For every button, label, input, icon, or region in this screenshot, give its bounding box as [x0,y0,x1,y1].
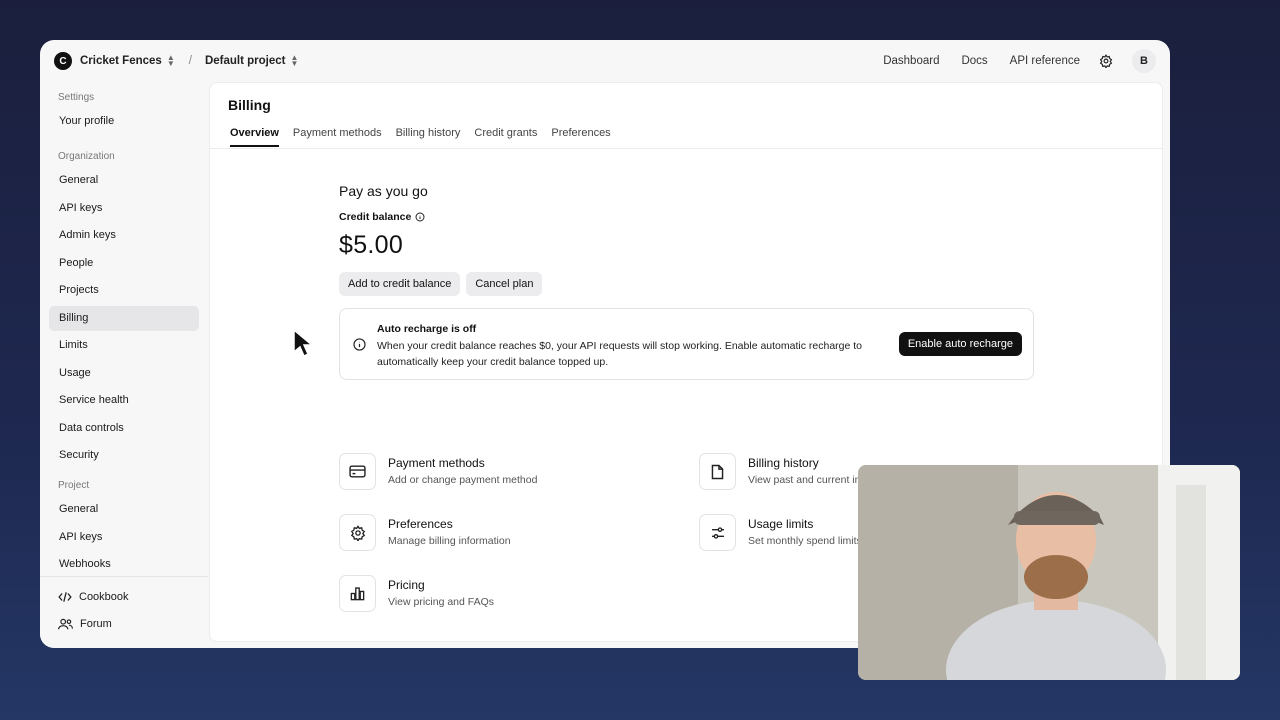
sidebar-item-webhooks[interactable]: Webhooks [49,552,199,577]
sidebar-item-data-controls[interactable]: Data controls [49,416,199,441]
settings-gear-icon[interactable] [1098,53,1114,69]
card-pricing[interactable]: Pricing View pricing and FAQs [339,575,494,612]
credit-card-icon [339,453,376,490]
notice-body: When your credit balance reaches $0, you… [377,340,863,368]
credit-balance-label: Credit balance [339,211,1039,223]
project-name: Default project [204,55,286,67]
tab-credit-grants[interactable]: Credit grants [474,127,537,147]
docs-link[interactable]: Docs [961,55,987,67]
org-switcher[interactable]: Cricket Fences ▲ ▼ [80,53,175,68]
document-icon [699,453,736,490]
card-payment-methods[interactable]: Payment methods Add or change payment me… [339,453,537,490]
tab-billing-history[interactable]: Billing history [396,127,461,147]
sidebar-group-organization: Organization [58,151,115,162]
sidebar-item-general[interactable]: General [49,168,199,193]
card-usage-limits[interactable]: Usage limits Set monthly spend limits [699,514,862,551]
tab-bar: Overview Payment methods Billing history… [230,127,625,147]
sidebar-item-usage[interactable]: Usage [49,361,199,386]
info-icon [353,338,366,351]
code-icon [58,591,72,602]
user-avatar[interactable]: B [1132,49,1156,73]
cookbook-link[interactable]: Cookbook [40,583,208,610]
chevron-updown-icon: ▲ ▼ [290,53,299,68]
credit-balance-amount: $5.00 [339,231,404,259]
sidebar-group-project: Project [58,480,90,491]
card-title: Usage limits [748,517,814,531]
auto-recharge-notice: Auto recharge is off When your credit ba… [339,308,1034,380]
notice-title: Auto recharge is off [377,323,477,335]
sidebar-item-limits[interactable]: Limits [49,333,199,358]
cancel-plan-button[interactable]: Cancel plan [466,272,543,296]
project-switcher[interactable]: Default project ▲ ▼ [204,53,299,68]
card-desc: Set monthly spend limits [748,535,862,547]
forum-link[interactable]: Forum [40,610,208,637]
sidebar-item-security[interactable]: Security [49,443,199,468]
balance-actions: Add to credit balance Cancel plan [339,272,1039,296]
sidebar-item-your-profile[interactable]: Your profile [49,109,199,134]
sidebar-group-settings: Settings [58,92,95,103]
people-icon [58,618,73,629]
card-desc: Manage billing information [388,535,511,547]
sidebar-item-api-keys[interactable]: API keys [49,196,199,221]
add-credit-button[interactable]: Add to credit balance [339,272,461,296]
card-title: Payment methods [388,456,485,470]
breadcrumb-separator: / [188,55,192,67]
webcam-overlay [858,465,1240,680]
api-reference-link[interactable]: API reference [1010,55,1080,67]
sidebar-item-service-health[interactable]: Service health [49,388,199,413]
plan-title: Pay as you go [339,183,428,199]
card-preferences[interactable]: Preferences Manage billing information [339,514,511,551]
sidebar-item-people[interactable]: People [49,251,199,276]
dashboard-link[interactable]: Dashboard [883,55,939,67]
org-name: Cricket Fences [80,55,162,67]
tab-payment-methods[interactable]: Payment methods [293,127,382,147]
org-avatar[interactable]: C [54,52,72,70]
sidebar: Settings Your profile Organization Gener… [40,82,208,648]
sidebar-item-project-general[interactable]: General [49,497,199,522]
page-title: Billing [228,97,271,113]
sidebar-footer: Cookbook Forum [40,576,208,648]
sidebar-item-admin-keys[interactable]: Admin keys [49,223,199,248]
enable-auto-recharge-button[interactable]: Enable auto recharge [898,332,1022,356]
sidebar-item-project-api-keys[interactable]: API keys [49,525,199,550]
bar-chart-icon [339,575,376,612]
card-desc: Add or change payment method [388,474,538,486]
gear-icon [339,514,376,551]
card-title: Preferences [388,517,453,531]
forum-label: Forum [80,617,112,630]
billing-overview: Pay as you go Credit balance $5.00 Add t… [339,183,1039,380]
card-desc: View pricing and FAQs [388,596,495,608]
top-bar: C Cricket Fences ▲ ▼ / Default project ▲ ▼… [40,40,1170,82]
cookbook-label: Cookbook [79,590,129,603]
tab-overview[interactable]: Overview [230,127,279,147]
info-icon[interactable] [415,212,425,222]
credit-balance-text: Credit balance [339,211,412,223]
mouse-cursor-icon [293,329,313,357]
sidebar-item-billing[interactable]: Billing [49,305,199,331]
chevron-updown-icon: ▲ ▼ [166,53,175,68]
tab-preferences[interactable]: Preferences [551,127,610,147]
card-title: Pricing [388,578,425,592]
sliders-icon [699,514,736,551]
tab-divider [210,148,1162,149]
top-nav: Dashboard Docs API reference B [861,49,1156,73]
sidebar-item-projects[interactable]: Projects [49,278,199,303]
presenter-video-image [858,465,1240,680]
